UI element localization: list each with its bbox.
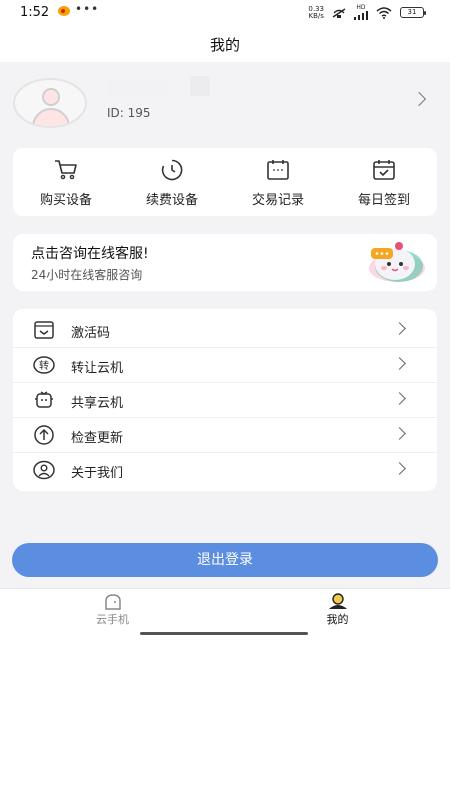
wifi-icon [376,6,392,19]
battery-icon: 31 [400,7,426,18]
weibo-notification-icon [58,6,70,16]
status-bar: 1:52 ••• 0.33 KB/s HD 31 [0,0,450,28]
muted-signal-icon [332,7,346,18]
network-speed-unit: KB/s [308,11,324,20]
network-speed: 0.33 KB/s [308,5,324,20]
username-placeholder [107,80,169,96]
status-indicators: 0.33 KB/s HD 31 [308,5,426,20]
page-title: 我的 [209,36,240,54]
service-title: 点击咨询在线客服! [31,246,149,262]
chevron-right-icon [393,427,406,440]
clock-icon [161,159,183,181]
chevron-right-icon [393,357,406,370]
bottom-blank-area [0,636,450,800]
daily-checkin-label: 每日签到 [357,193,410,208]
bottom-tab-bar: 云手机 我的 [0,588,450,634]
nav-bar: 我的 [0,28,450,62]
menu-label-activation-code: 激活码 [71,326,111,341]
avatar[interactable] [13,78,87,128]
svg-text:转: 转 [39,359,49,372]
menu-label-share-device: 共享云机 [71,396,124,411]
username-badge [190,76,210,96]
tab-cloud-phone[interactable]: 云手机 [0,589,225,634]
tab-label-cloud-phone: 云手机 [96,613,129,626]
transaction-records-label: 交易记录 [251,193,304,208]
receipt-icon [267,160,289,180]
menu-label-transfer-device: 转让云机 [71,361,124,376]
renew-device-label: 续费设备 [145,193,198,208]
menu-label-check-update: 检查更新 [71,431,124,446]
chevron-right-icon [393,322,406,335]
update-arrow-icon [34,425,54,445]
user-id: ID: 195 [107,106,151,120]
menu-item-share-device[interactable]: 共享云机 [13,382,437,417]
home-indicator[interactable] [140,632,308,635]
logout-button[interactable]: 退出登录 [12,543,438,577]
tab-profile[interactable]: 我的 [225,589,450,634]
quick-actions-card: 购买设备 续费设备 交易记录 每日签到 [13,148,437,216]
menu-item-about-us[interactable]: 关于我们 [13,452,437,487]
tab-label-profile: 我的 [326,613,349,626]
menu-item-check-update[interactable]: 检查更新 [13,417,437,452]
menu-item-transfer-device[interactable]: 转 转让云机 [13,347,437,382]
renew-device-button[interactable]: 续费设备 [119,148,225,216]
status-time: 1:52 [20,5,50,20]
daily-checkin-button[interactable]: 每日签到 [331,148,437,216]
service-subtitle: 24小时在线客服咨询 [31,268,143,282]
cellular-signal-icon [354,11,368,20]
chevron-right-icon [393,392,406,405]
share-device-icon [35,391,53,408]
buy-device-button[interactable]: 购买设备 [13,148,119,216]
avatar-head-icon [42,88,60,106]
avatar-body-icon [32,108,70,126]
chevron-right-icon [393,462,406,475]
customer-service-mascot-icon [369,242,425,282]
buy-device-label: 购买设备 [39,193,92,208]
menu-item-activation-code[interactable]: 激活码 [13,312,437,347]
notification-icons: ••• [58,2,99,16]
activation-code-icon [34,321,54,339]
more-notifications-icon: ••• [75,2,100,16]
cloud-phone-icon [104,594,121,610]
cart-icon [55,160,77,180]
transfer-icon: 转 [33,356,55,374]
settings-menu-card: 激活码 转 转让云机 共享云机 检查更新 关于我们 [13,309,437,491]
hd-signal: HD [354,5,368,20]
calendar-check-icon [373,160,395,180]
online-service-card[interactable]: 点击咨询在线客服! 24小时在线客服咨询 [13,234,437,291]
transaction-records-button[interactable]: 交易记录 [225,148,331,216]
profile-icon [328,593,347,609]
about-user-icon [33,460,55,480]
menu-label-about-us: 关于我们 [71,466,124,481]
